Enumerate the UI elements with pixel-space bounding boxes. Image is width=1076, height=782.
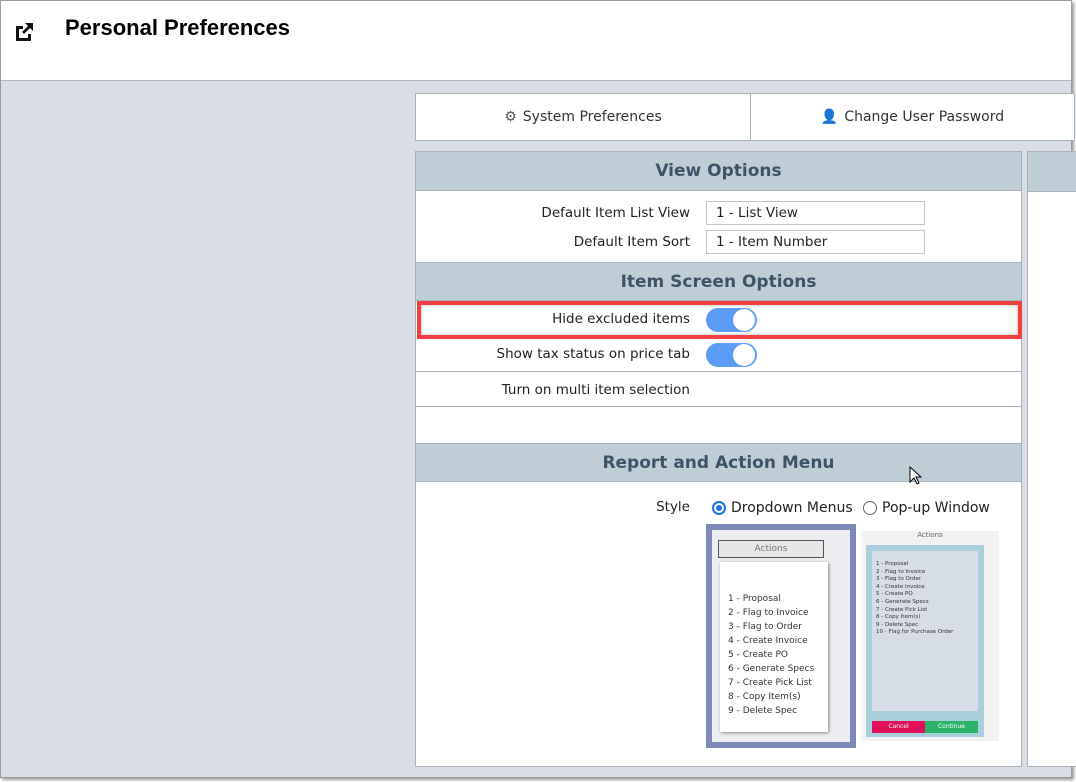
preview-item: 5 - Create PO bbox=[876, 591, 913, 598]
preview-item: 8 - Copy Item(s) bbox=[728, 692, 801, 702]
preview-item: 4 - Create Invoice bbox=[876, 583, 925, 590]
tab-change-user-password[interactable]: 👤 Change User Password bbox=[751, 94, 1074, 140]
radio-popup-window[interactable]: Pop-up Window bbox=[863, 500, 990, 516]
page-header: Personal Preferences bbox=[1, 1, 1071, 81]
default-sort-select[interactable]: 1 - Item Number bbox=[706, 230, 925, 254]
radio-label: Pop-up Window bbox=[882, 500, 990, 516]
preview-item: 6 - Generate Specs bbox=[728, 664, 815, 674]
preview-item: 7 - Create Pick List bbox=[876, 606, 928, 613]
radio-button[interactable] bbox=[712, 501, 726, 515]
tab-bar: ⚙ System Preferences 👤 Change User Passwor… bbox=[415, 93, 1075, 141]
tax-status-label: Show tax status on price tab bbox=[496, 346, 690, 362]
tab-system-preferences[interactable]: ⚙ System Preferences bbox=[416, 94, 751, 140]
section-view-options: View Options bbox=[416, 152, 1021, 191]
radio-label: Dropdown Menus bbox=[731, 500, 853, 516]
preview-continue-button: Continue bbox=[925, 721, 978, 733]
multi-select-label: Turn on multi item selection bbox=[501, 382, 690, 398]
page-title: Personal Preferences bbox=[65, 15, 291, 40]
preview-item: 2 - Flag to Invoice bbox=[728, 608, 809, 618]
radio-dropdown-menus[interactable]: Dropdown Menus bbox=[712, 500, 853, 516]
preview-dropdown-list: 1 - Proposal 2 - Flag to Invoice 3 - Fla… bbox=[720, 562, 828, 732]
mouse-cursor-icon bbox=[909, 466, 923, 485]
preview-cancel-button: Cancel bbox=[872, 721, 925, 733]
radio-button[interactable] bbox=[863, 501, 877, 515]
preview-item: 9 - Delete Spec bbox=[728, 706, 798, 716]
preview-item: 10 - Flag for Purchase Order bbox=[876, 629, 954, 636]
right-panel bbox=[1027, 151, 1076, 767]
tab-label: System Preferences bbox=[522, 109, 662, 125]
preview-item: 1 - Proposal bbox=[728, 594, 781, 604]
preferences-panel: View Options Default Item List View 1 - … bbox=[415, 151, 1022, 767]
preview-item: 6 - Generate Specs bbox=[876, 598, 929, 605]
default-sort-label: Default Item Sort bbox=[573, 234, 690, 250]
preview-item: 2 - Flag to Invoice bbox=[876, 568, 926, 575]
preview-popup-box: 1 - Proposal 2 - Flag to Invoice 3 - Fla… bbox=[866, 545, 984, 737]
highlight-box bbox=[417, 301, 1022, 339]
right-panel-header bbox=[1028, 152, 1076, 192]
preview-item: 9 - Delete Spec bbox=[876, 621, 919, 628]
preview-item: 4 - Create Invoice bbox=[728, 636, 808, 646]
dropdown-menu-preview[interactable]: Actions 1 - Proposal 2 - Flag to Invoice… bbox=[706, 524, 856, 748]
preferences-window: Personal Preferences ⚙ System Preferences… bbox=[0, 0, 1076, 778]
gear-icon: ⚙ bbox=[504, 109, 517, 125]
popup-window-preview[interactable]: Actions 1 - Proposal 2 - Flag to Invoice… bbox=[861, 531, 999, 741]
default-list-view-select[interactable]: 1 - List View bbox=[706, 201, 925, 225]
preview-item: 7 - Create Pick List bbox=[728, 678, 812, 688]
external-link-icon[interactable] bbox=[13, 21, 35, 43]
preview-actions-button: Actions bbox=[718, 540, 824, 558]
tax-status-toggle[interactable] bbox=[706, 343, 757, 367]
section-report-action-menu: Report and Action Menu bbox=[416, 443, 1021, 482]
preview-item: 3 - Flag to Order bbox=[876, 576, 922, 583]
preview-actions-button: Actions bbox=[917, 531, 943, 539]
preview-item: 5 - Create PO bbox=[728, 650, 788, 660]
tab-label: Change User Password bbox=[844, 109, 1005, 125]
default-list-view-label: Default Item List View bbox=[541, 205, 690, 221]
preview-item: 8 - Copy Item(s) bbox=[876, 614, 921, 621]
style-label: Style bbox=[656, 499, 690, 515]
preview-item: 1 - Proposal bbox=[876, 561, 909, 567]
user-edit-icon: 👤 bbox=[820, 109, 839, 125]
preview-item: 3 - Flag to Order bbox=[728, 622, 802, 632]
section-item-screen-options: Item Screen Options bbox=[416, 262, 1021, 301]
